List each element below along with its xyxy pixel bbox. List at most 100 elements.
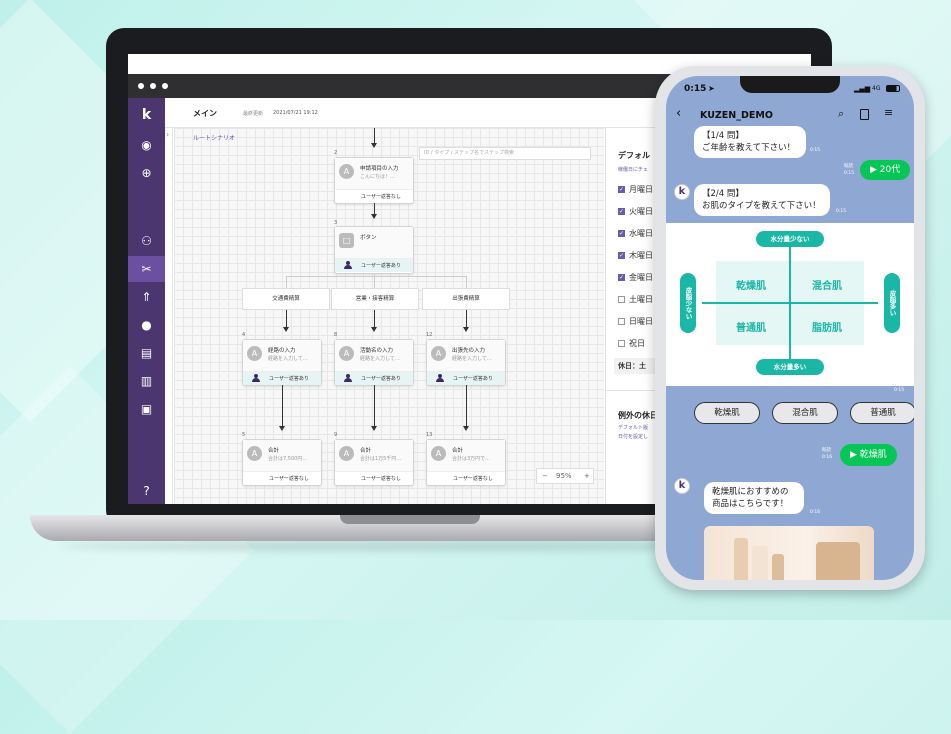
- step-node[interactable]: A 合計 合計は7,500円… ユーザー返答なし: [242, 439, 322, 486]
- vertical-axis: [789, 247, 791, 361]
- step-search-input[interactable]: ID / タイプ / ステップ名でステップ検索: [419, 147, 591, 160]
- brand-badge: [816, 542, 860, 580]
- text-step-icon: A: [431, 446, 446, 461]
- zoom-in-button[interactable]: +: [584, 469, 590, 483]
- quadrant-oily: 脂肪肌: [812, 323, 842, 334]
- panel-subtitle: 稼働日にチェ: [618, 167, 649, 173]
- skin-type-chart-image[interactable]: 水分量少ない 水分量多い 皮脂少ない 皮脂多い 乾燥肌 混合肌 普通肌 脂肪肌: [666, 223, 914, 386]
- bottle-shape: [734, 538, 748, 580]
- bot-message: 乾燥肌におすすめの 商品はこちらです！: [704, 482, 804, 514]
- text-step-icon: A: [431, 346, 446, 361]
- bot-avatar: k: [674, 184, 690, 200]
- connector: [374, 310, 375, 328]
- message-line: ご年齢を教えて下さい！: [702, 143, 796, 153]
- connector: [374, 385, 375, 427]
- quick-reply-button[interactable]: 混合肌: [772, 402, 838, 424]
- step-number: 2: [334, 150, 338, 156]
- zoom-out-button[interactable]: −: [542, 469, 548, 483]
- step-status: ユーザー返答なし: [453, 476, 493, 482]
- step-node[interactable]: A 経路の入力 経路を入力して… ユーザー返答あり: [242, 339, 322, 386]
- step-node[interactable]: □ ボタン ユーザー返答あり: [334, 226, 414, 274]
- arrow-icon: [371, 214, 377, 219]
- checkbox-checked-icon: ✓: [618, 274, 625, 281]
- step-node[interactable]: A 合計 合計は3万円で… ユーザー返答なし: [426, 439, 506, 486]
- step-number: 9: [334, 432, 338, 438]
- day-checkbox[interactable]: 日曜日: [618, 316, 653, 327]
- message-time: 0:15: [894, 388, 905, 393]
- step-number: 5: [242, 432, 246, 438]
- branch-button[interactable]: 出張費精算: [422, 288, 510, 310]
- checkbox-checked-icon: ✓: [618, 252, 625, 259]
- read-receipt: 既読: [822, 448, 831, 453]
- menu-icon[interactable]: ≡: [884, 106, 893, 119]
- step-number: 13: [426, 432, 433, 438]
- analytics-icon[interactable]: ▥: [128, 368, 165, 394]
- collapse-toggle[interactable]: ›: [165, 128, 173, 504]
- step-node[interactable]: A 申請項目の入力 こんにちは！… ユーザー返答なし: [334, 157, 414, 204]
- rocket-icon[interactable]: ⇑: [128, 284, 165, 310]
- arrow-icon: [371, 143, 377, 148]
- step-node[interactable]: A 合計 合計は1万5千円… ユーザー返答なし: [334, 439, 414, 486]
- help-icon[interactable]: ?: [128, 478, 165, 504]
- search-icon[interactable]: ⌕: [838, 107, 844, 121]
- day-checkbox[interactable]: ✓ 水曜日: [618, 228, 653, 239]
- arrow-icon: [371, 426, 377, 431]
- bot-avatar: k: [674, 478, 690, 494]
- branch-button[interactable]: 交通費精算: [242, 288, 330, 310]
- note-icon[interactable]: [860, 109, 869, 120]
- horizontal-axis: [702, 302, 878, 304]
- step-status: ユーザー返答なし: [269, 476, 309, 482]
- read-receipt: 既読: [844, 164, 853, 169]
- support-icon[interactable]: ◉: [128, 132, 165, 158]
- axis-label-right: 皮脂多い: [884, 273, 900, 333]
- step-node[interactable]: A 活動名の入力 経路を入力して… ユーザー返答あり: [334, 339, 414, 386]
- step-status: ユーザー返答なし: [361, 194, 401, 200]
- breadcrumb[interactable]: ルートシナリオ: [193, 133, 235, 142]
- scenario-tools-icon[interactable]: ✂: [128, 256, 165, 282]
- globe-icon[interactable]: ⊕: [128, 160, 165, 186]
- day-checkbox[interactable]: ✓ 月曜日: [618, 184, 653, 195]
- branch-connector: [374, 274, 375, 288]
- day-checkbox[interactable]: ✓ 火曜日: [618, 206, 653, 217]
- axis-label-top: 水分量少ない: [756, 231, 824, 247]
- day-checkbox[interactable]: ✓ 金曜日: [618, 272, 653, 283]
- exceptions-desc: 日付を設定し: [618, 434, 649, 440]
- day-checkbox[interactable]: ✓ 木曜日: [618, 250, 653, 261]
- day-checkbox[interactable]: 祝日: [618, 338, 645, 349]
- message-line: お肌のタイプを教えて下さい！: [702, 201, 821, 211]
- arrow-icon: [463, 426, 469, 431]
- window-dot: [150, 83, 156, 89]
- step-title: 合計: [268, 448, 280, 454]
- phone-screen: 0:15 ➤ ▂▄▆ 4G ‹ KUZEN_DEMO ⌕ ≡ 【1/4 問】 ご…: [666, 76, 914, 580]
- checkbox-empty-icon: [618, 296, 625, 303]
- connector: [282, 385, 283, 427]
- product-image[interactable]: [704, 526, 874, 580]
- message-line: 乾燥肌におすすめの: [712, 487, 789, 497]
- step-preview: 経路を入力して…: [268, 356, 308, 362]
- logo-k-icon[interactable]: k: [128, 102, 165, 128]
- step-node[interactable]: A 出張先の入力 経路を入力して… ユーザー返答あり: [426, 339, 506, 386]
- user-icon[interactable]: ●: [128, 312, 165, 338]
- text-step-icon: A: [339, 446, 354, 461]
- image-icon[interactable]: ▣: [128, 396, 165, 422]
- bot-icon[interactable]: ⚇: [128, 228, 165, 254]
- connector: [466, 385, 467, 427]
- step-preview: 経路を入力して…: [360, 356, 400, 362]
- document-icon[interactable]: ▤: [128, 340, 165, 366]
- branch-button[interactable]: 営業・接客精算: [331, 288, 419, 310]
- quick-reply-button[interactable]: 普通肌: [850, 402, 914, 424]
- checkbox-empty-icon: [618, 318, 625, 325]
- flow-canvas[interactable]: ID / タイプ / ステップ名でステップ検索 2 A 申請項目の入力 こんにちは！…: [174, 128, 604, 504]
- day-checkbox[interactable]: 土曜日: [618, 294, 653, 305]
- step-title: 合計: [452, 448, 464, 454]
- window-dot: [138, 83, 144, 89]
- step-number: 8: [334, 332, 338, 338]
- arrow-icon: [279, 426, 285, 431]
- message-time: 0:15: [836, 209, 847, 214]
- phone-notch: [740, 76, 840, 93]
- connector: [374, 128, 375, 144]
- bot-message: 【2/4 問】 お肌のタイプを教えて下さい！: [694, 184, 830, 216]
- back-chevron-icon[interactable]: ‹: [676, 106, 681, 121]
- bot-message: 【1/4 問】 ご年齢を教えて下さい！: [694, 126, 806, 158]
- quick-reply-button[interactable]: 乾燥肌: [694, 402, 760, 424]
